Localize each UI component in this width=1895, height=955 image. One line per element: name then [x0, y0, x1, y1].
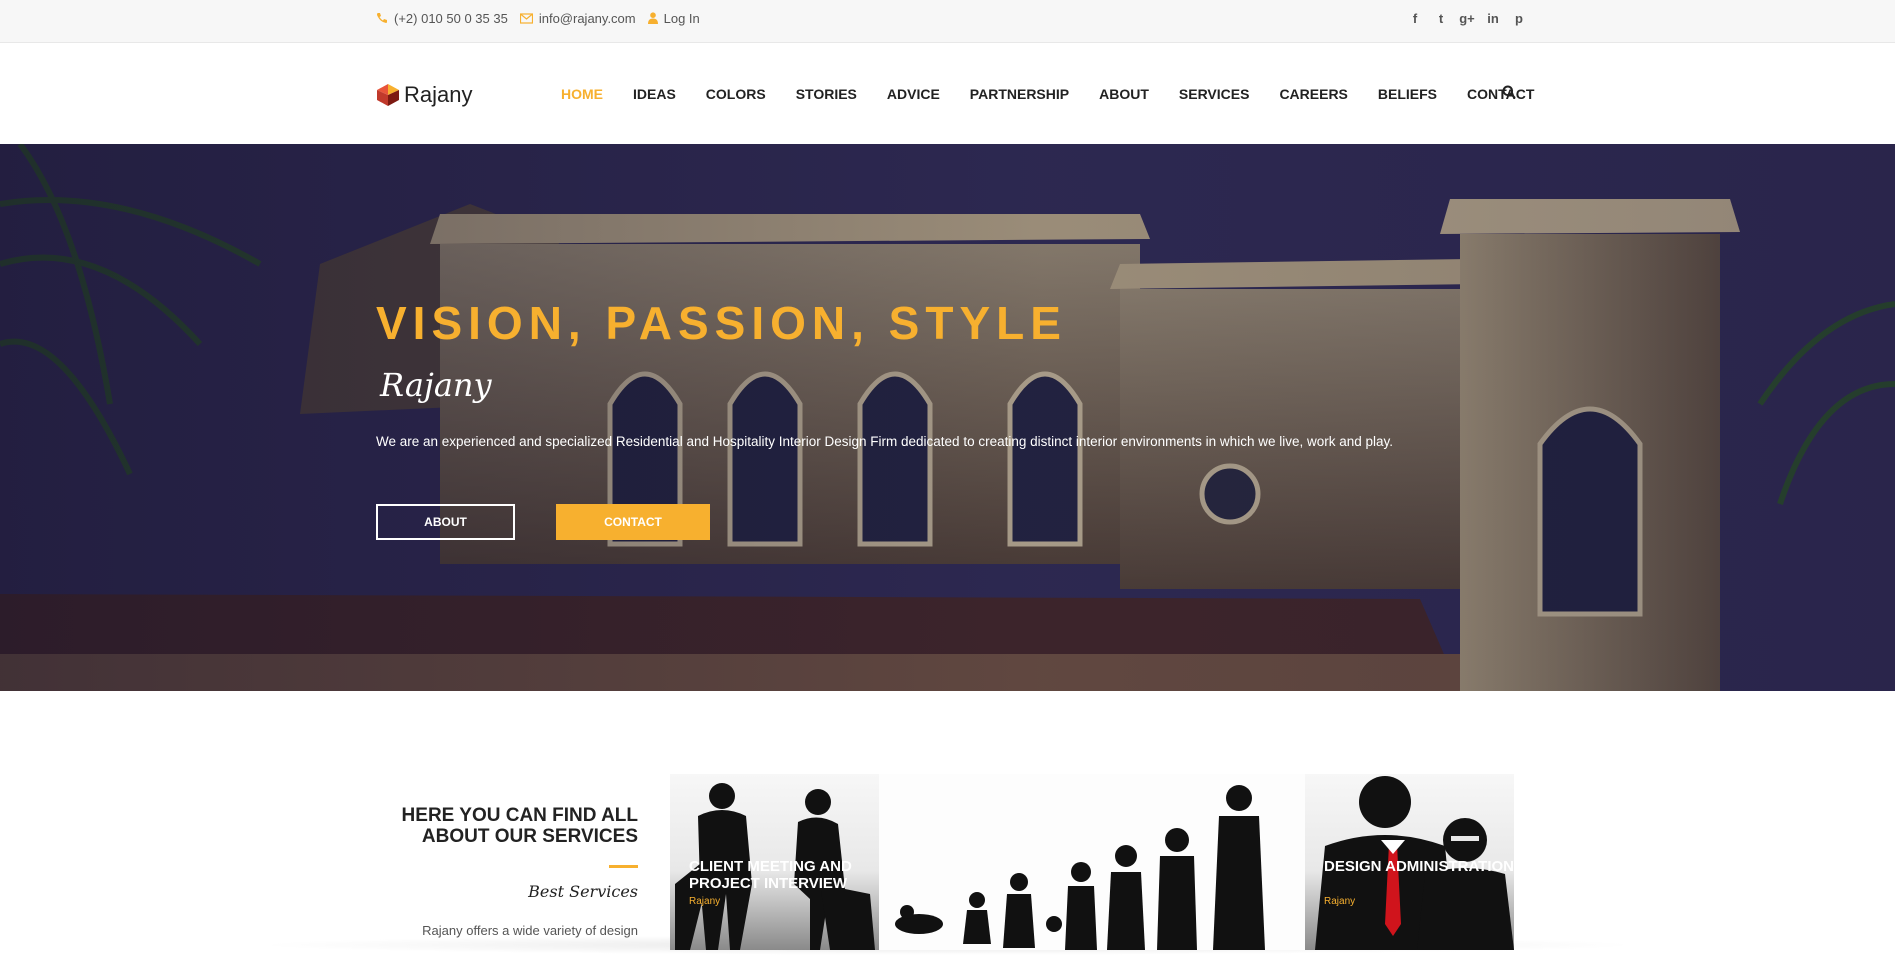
logo-mark-icon: [377, 84, 399, 106]
hero-title: VISION, PASSION, STYLE: [376, 297, 1067, 349]
card-tag: Rajany: [689, 896, 721, 907]
phone-number: (+2) 010 50 0 35 35: [394, 10, 508, 26]
logo-text: Rajany: [404, 82, 473, 107]
google-plus-icon[interactable]: g+: [1454, 11, 1480, 26]
card-tag: Rajany: [1324, 896, 1356, 907]
login-label: Log In: [663, 10, 700, 26]
services-section: HERE YOU CAN FIND ALL ABOUT OUR SERVICES…: [0, 691, 1895, 955]
pinterest-icon[interactable]: p: [1506, 11, 1532, 26]
phone-icon: [377, 13, 387, 23]
about-button[interactable]: ABOUT: [376, 504, 515, 540]
contact-info: (+2) 010 50 0 35 35 info@rajany.com Log …: [376, 0, 712, 36]
facebook-icon[interactable]: f: [1402, 11, 1428, 26]
nav-item-careers[interactable]: CAREERS: [1279, 86, 1347, 102]
main-nav: HOME IDEAS COLORS STORIES ADVICE PARTNER…: [561, 43, 1564, 144]
nav-item-colors[interactable]: COLORS: [706, 86, 766, 102]
services-subheading: Best Services: [528, 882, 638, 901]
service-card-client-meeting[interactable]: CLIENT MEETING AND PROJECT INTERVIEW Raj…: [670, 774, 879, 950]
linkedin-icon[interactable]: in: [1480, 11, 1506, 26]
services-intro: HERE YOU CAN FIND ALL ABOUT OUR SERVICES…: [376, 805, 638, 941]
services-paragraph: Rajany offers a wide variety of design: [422, 923, 638, 938]
nav-item-contact[interactable]: CONTACT: [1467, 86, 1534, 102]
envelope-icon: [519, 12, 533, 24]
hero-script-title: Rajany: [380, 366, 492, 404]
contact-button[interactable]: CONTACT: [556, 504, 710, 540]
nav-item-about[interactable]: ABOUT: [1099, 86, 1149, 102]
logo[interactable]: Rajany: [376, 82, 472, 108]
hero-banner: VISION, PASSION, STYLE Rajany We are an …: [0, 144, 1895, 691]
nav-item-home[interactable]: HOME: [561, 86, 603, 102]
hero-building-image: [0, 144, 1895, 691]
nav-item-services[interactable]: SERVICES: [1179, 86, 1250, 102]
card-title: DESIGN ADMINISTRATION: [1324, 858, 1514, 875]
services-heading: HERE YOU CAN FIND ALL ABOUT OUR SERVICES: [401, 805, 638, 847]
accent-divider: [609, 865, 638, 868]
social-links: f t g+ in p: [1402, 0, 1532, 36]
login-link[interactable]: Log In: [647, 10, 700, 26]
nav-item-partnership[interactable]: PARTNERSHIP: [970, 86, 1069, 102]
nav-item-ideas[interactable]: IDEAS: [633, 86, 676, 102]
child-growth-silhouette-image: [895, 785, 1265, 950]
nav-item-stories[interactable]: STORIES: [796, 86, 857, 102]
hero-description: We are an experienced and specialized Re…: [376, 434, 1394, 449]
twitter-icon[interactable]: t: [1428, 11, 1454, 26]
nav-item-advice[interactable]: ADVICE: [887, 86, 940, 102]
user-icon: [647, 12, 658, 24]
email-item[interactable]: info@rajany.com: [519, 10, 636, 26]
phone-item[interactable]: (+2) 010 50 0 35 35: [376, 11, 508, 26]
service-card-design-administration[interactable]: DESIGN ADMINISTRATION Rajany: [1305, 774, 1514, 950]
nav-item-beliefs[interactable]: BELIEFS: [1378, 86, 1437, 102]
email-address: info@rajany.com: [538, 10, 636, 26]
search-icon[interactable]: [1502, 85, 1516, 99]
top-bar: (+2) 010 50 0 35 35 info@rajany.com Log …: [0, 0, 1895, 43]
card-title: CLIENT MEETING AND PROJECT INTERVIEW: [689, 858, 852, 892]
service-card-growth[interactable]: [879, 774, 1305, 950]
site-header: Rajany HOME IDEAS COLORS STORIES ADVICE …: [0, 43, 1895, 144]
